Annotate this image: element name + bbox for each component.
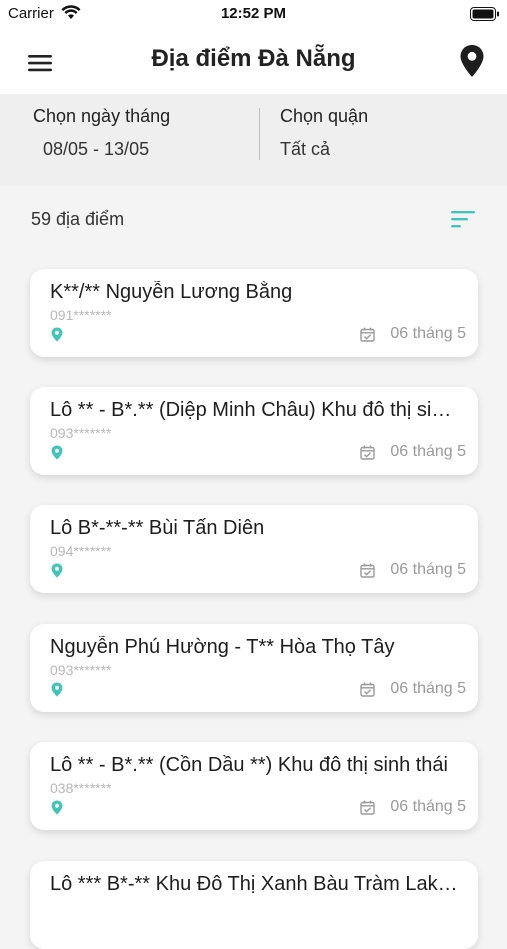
calendar-icon [360,800,375,815]
card-phone: 093******* [50,425,112,441]
date-filter-label: Chọn ngày tháng [33,106,171,126]
pin-icon [51,445,63,460]
location-card[interactable]: Nguyễn Phú Hường - T** Hòa Thọ Tây 093**… [30,624,478,712]
card-date: 06 tháng 5 [390,680,466,697]
card-phone: 094******* [50,543,112,559]
page-title: Địa điểm Đà Nẵng [151,45,356,72]
card-title: Lô ** - B*.** (Diệp Minh Châu) Khu đô th… [50,399,460,421]
calendar-icon [360,327,375,342]
card-title: Lô B*-**-** Bùi Tấn Diên [50,517,265,539]
card-date: 06 tháng 5 [390,561,466,578]
status-time: 12:52 PM [220,5,287,22]
card-phone: 091******* [50,307,112,323]
location-pin-icon[interactable] [459,44,485,78]
card-title: Nguyễn Phú Hường - T** Hòa Thọ Tây [50,636,395,658]
location-count: 59 địa điểm [31,209,125,229]
pin-icon [51,563,63,578]
district-filter-value: Tất cả [280,139,331,159]
calendar-icon [360,445,375,460]
district-filter[interactable]: Chọn quận Tất cả [261,94,507,186]
card-phone: 038******* [50,780,112,796]
date-filter[interactable]: Chọn ngày tháng 08/05 - 13/05 [0,94,258,186]
sort-icon[interactable] [451,210,475,228]
location-card[interactable]: Lô ** - B*.** (Cồn Dầu **) Khu đô thị si… [30,742,478,830]
pin-icon [51,327,63,342]
battery-icon [470,7,499,21]
location-card[interactable]: K**/** Nguyễn Lương Bằng 091******* 06 t… [30,269,478,357]
pin-icon [51,800,63,815]
card-date: 06 tháng 5 [390,443,466,460]
location-card[interactable]: Lô B*-**-** Bùi Tấn Diên 094******* 06 t… [30,505,478,593]
pin-icon [51,682,63,697]
filter-panel: Chọn ngày tháng 08/05 - 13/05 Chọn quận … [0,94,507,186]
card-date: 06 tháng 5 [390,798,466,815]
nav-bar: Địa điểm Đà Nẵng [0,30,507,94]
card-title: Lô ** - B*.** (Cồn Dầu **) Khu đô thị si… [50,754,448,776]
filter-divider [259,108,260,160]
card-phone: 093******* [50,662,112,678]
status-bar: Carrier 12:52 PM [0,0,507,30]
calendar-icon [360,563,375,578]
card-title: K**/** Nguyễn Lương Bằng [50,281,293,303]
date-filter-value: 08/05 - 13/05 [43,139,150,159]
district-filter-label: Chọn quận [280,106,369,126]
location-card[interactable]: Lô *** B*-** Khu Đô Thị Xanh Bàu Tràm La… [30,861,478,949]
calendar-icon [360,682,375,697]
card-date: 06 tháng 5 [390,325,466,342]
location-card[interactable]: Lô ** - B*.** (Diệp Minh Châu) Khu đô th… [30,387,478,475]
card-title: Lô *** B*-** Khu Đô Thị Xanh Bàu Tràm La… [50,873,460,895]
